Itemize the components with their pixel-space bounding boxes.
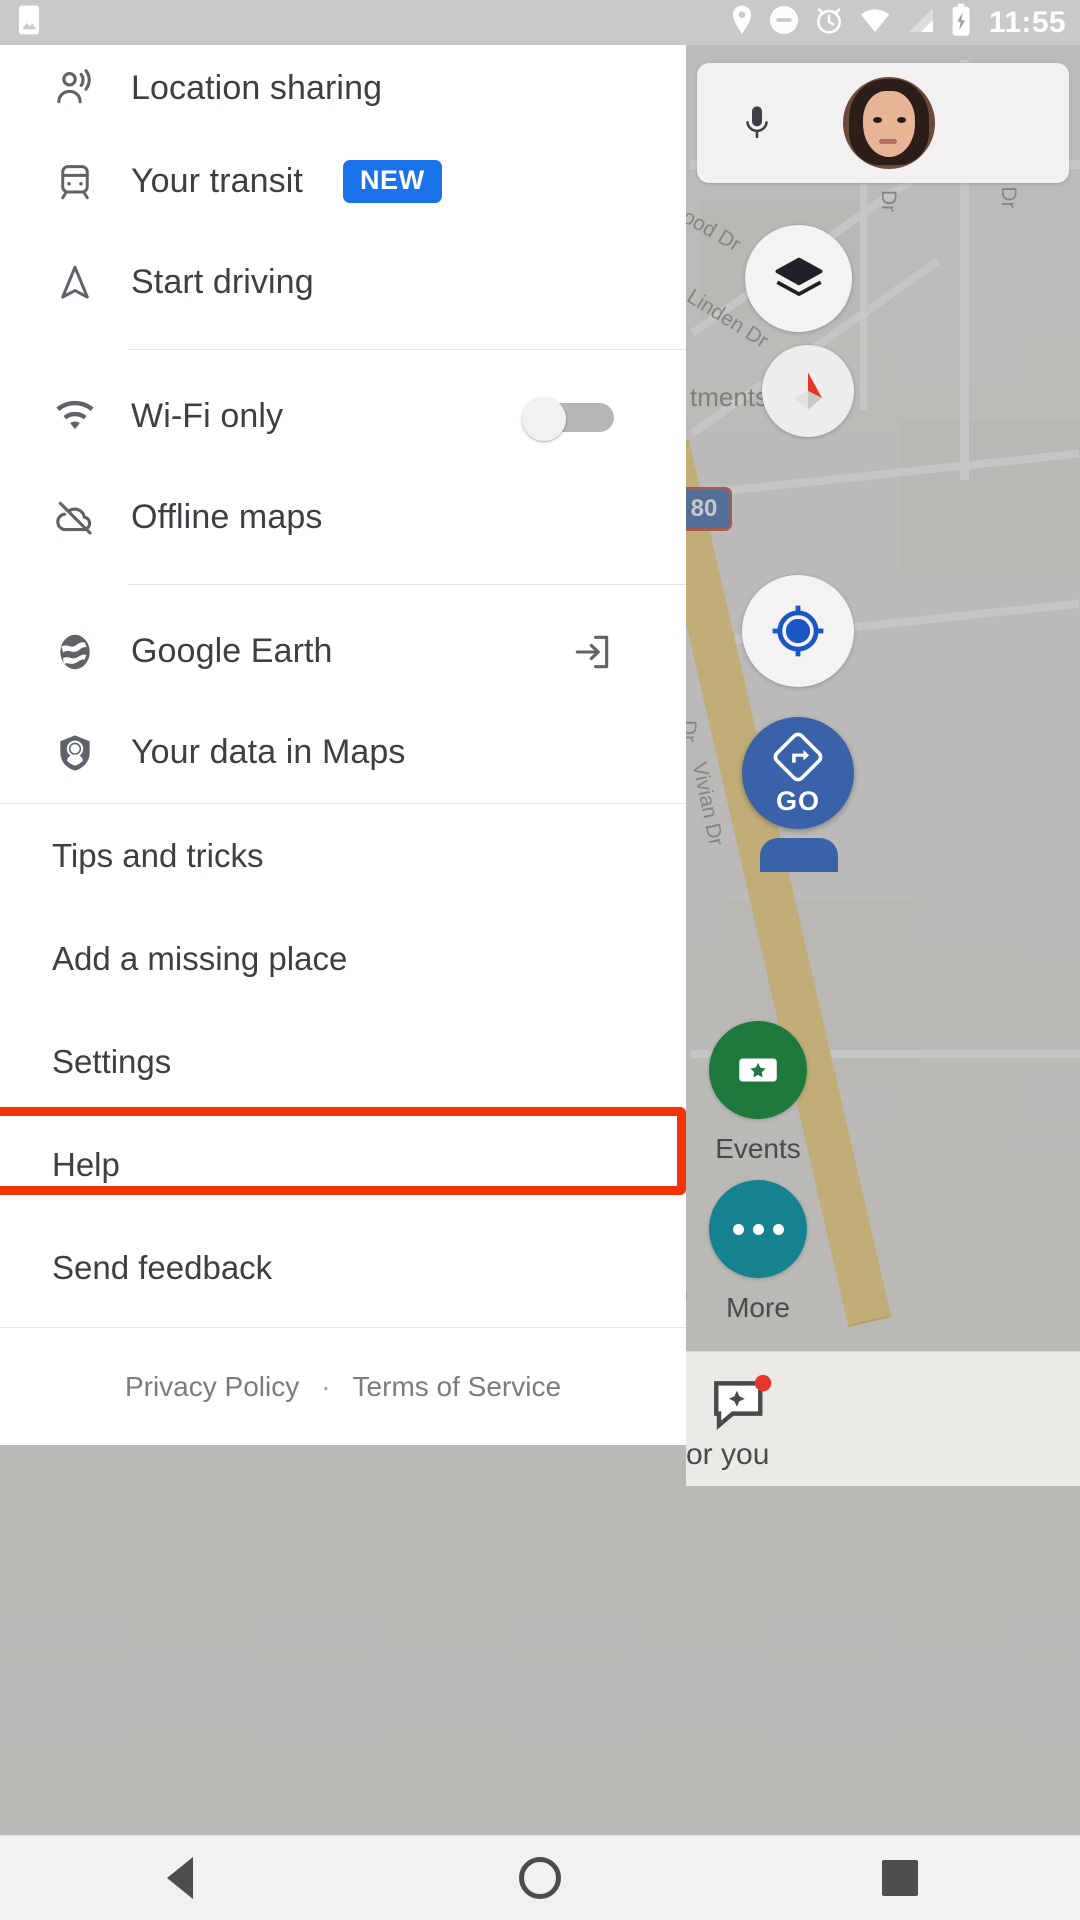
- cell-signal-icon: [905, 4, 937, 41]
- go-label: GO: [775, 785, 820, 816]
- android-navigation-bar: [0, 1835, 1080, 1920]
- open-external-icon[interactable]: [570, 630, 614, 674]
- wifi-only-toggle-wrap: [522, 396, 614, 441]
- for-you-tab-icon[interactable]: [706, 1371, 776, 1437]
- drawer-item-label: Help: [52, 1145, 120, 1183]
- recents-square-icon: [882, 1860, 918, 1896]
- drawer-divider: [128, 584, 686, 585]
- navigation-arrow-icon: [52, 260, 98, 306]
- drawer-item-label: Settings: [52, 1042, 172, 1080]
- avatar-eye: [897, 117, 906, 123]
- privacy-policy-link[interactable]: Privacy Policy: [125, 1371, 299, 1403]
- drawer-item-label: Google Earth: [131, 632, 333, 670]
- drawer-item-offline-maps[interactable]: Offline maps: [0, 467, 686, 568]
- drawer-item-tips-and-tricks[interactable]: Tips and tricks: [0, 804, 686, 907]
- drawer-item-settings[interactable]: Settings: [0, 1010, 686, 1113]
- drawer-item-start-driving[interactable]: Start driving: [0, 232, 686, 333]
- recents-button[interactable]: [780, 1836, 1020, 1920]
- mic-icon[interactable]: [697, 97, 817, 149]
- drawer-item-label: Offline maps: [131, 498, 323, 536]
- drawer-item-label: Start driving: [131, 263, 314, 301]
- avatar-face: [863, 91, 915, 157]
- drawer-item-label: Your transit: [131, 162, 303, 200]
- compass-button[interactable]: [762, 345, 854, 437]
- do-not-disturb-icon: [768, 4, 800, 41]
- wifi-icon: [52, 394, 98, 440]
- go-button[interactable]: GO: [742, 717, 854, 829]
- location-pin-icon: [729, 4, 755, 41]
- map-search-bar[interactable]: [697, 63, 1069, 183]
- drawer-item-label: Tips and tricks: [52, 836, 264, 874]
- shortcut-label: More: [726, 1292, 790, 1323]
- back-triangle-icon: [167, 1857, 193, 1899]
- avatar-eye: [873, 117, 882, 123]
- shield-person-icon: [52, 730, 98, 776]
- layers-button[interactable]: [745, 225, 852, 332]
- drawer-item-label: Location sharing: [131, 68, 383, 107]
- google-earth-icon: [52, 629, 98, 675]
- drawer-item-add-a-missing-place[interactable]: Add a missing place: [0, 907, 686, 1010]
- navigation-drawer: Location sharing Your transit NEW Start …: [0, 45, 686, 1445]
- cloud-off-icon: [52, 495, 98, 541]
- home-button[interactable]: [420, 1836, 660, 1920]
- screenshot-icon: [14, 3, 44, 42]
- back-button[interactable]: [60, 1836, 300, 1920]
- train-icon: [52, 159, 98, 205]
- drawer-item-send-feedback[interactable]: Send feedback: [0, 1216, 686, 1319]
- person-sharing-icon: [52, 65, 98, 111]
- drawer-divider: [128, 349, 686, 350]
- new-badge: NEW: [342, 160, 442, 203]
- wifi-icon: [858, 4, 892, 41]
- drawer-legal-footer: Privacy Policy · Terms of Service: [0, 1327, 686, 1445]
- more-dots-icon: [709, 1180, 807, 1278]
- wifi-only-toggle[interactable]: [522, 396, 614, 441]
- home-circle-icon: [519, 1857, 561, 1899]
- for-you-label: or you: [686, 1438, 770, 1471]
- drawer-item-location-sharing[interactable]: Location sharing: [0, 45, 686, 131]
- shortcut-events[interactable]: Events: [709, 1021, 807, 1165]
- shortcut-more[interactable]: More: [709, 1180, 807, 1324]
- drawer-item-label: Add a missing place: [52, 939, 348, 977]
- toggle-knob: [522, 396, 566, 441]
- directions-icon: [773, 732, 823, 781]
- status-bar: 11:55: [0, 0, 1080, 45]
- battery-charging-icon: [950, 3, 972, 42]
- avatar-mouth: [879, 139, 897, 144]
- drawer-item-label: Wi-Fi only: [131, 397, 284, 435]
- footer-separator: ·: [321, 1370, 331, 1402]
- drawer-item-wifi-only[interactable]: Wi-Fi only: [0, 366, 686, 467]
- drawer-item-label: Send feedback: [52, 1248, 273, 1286]
- status-bar-clock: 11:55: [988, 5, 1066, 39]
- drawer-item-your-data-in-maps[interactable]: Your data in Maps: [0, 702, 686, 803]
- ticket-star-icon: [709, 1021, 807, 1119]
- go-peek-indicator: [760, 838, 838, 872]
- shortcut-label: Events: [715, 1133, 801, 1164]
- drawer-item-help[interactable]: Help: [0, 1113, 686, 1216]
- avatar[interactable]: [843, 77, 935, 169]
- drawer-item-your-transit[interactable]: Your transit NEW: [0, 131, 686, 232]
- my-location-button[interactable]: [742, 575, 854, 687]
- drawer-item-label: Your data in Maps: [131, 733, 406, 771]
- alarm-icon: [813, 4, 845, 41]
- terms-of-service-link[interactable]: Terms of Service: [353, 1371, 562, 1403]
- drawer-item-google-earth[interactable]: Google Earth: [0, 601, 686, 702]
